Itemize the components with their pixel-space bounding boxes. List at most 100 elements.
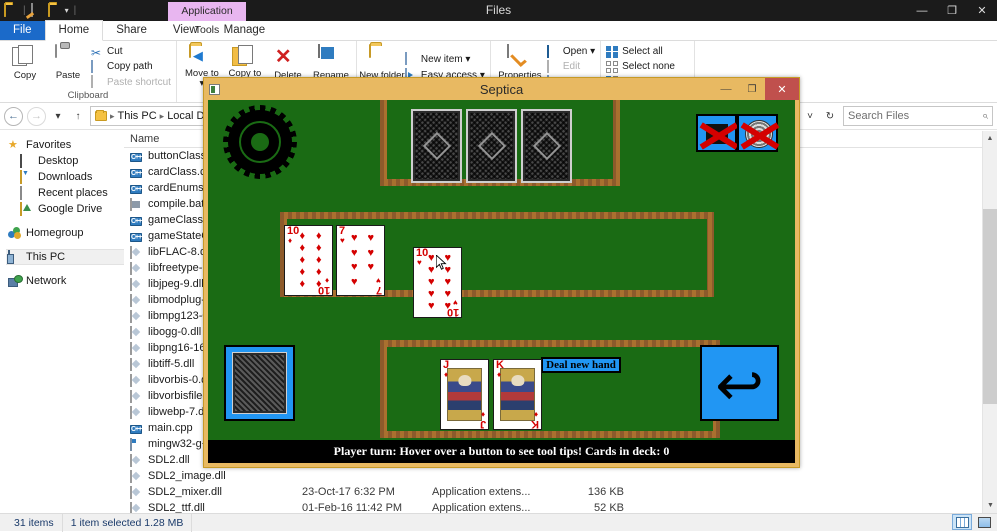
card-rank-mirror: 10 xyxy=(446,306,459,318)
table-card-10-diamonds[interactable]: 10 ♦ ♦ ♦ ♦ ♦ ♦ ♦ ♦ ♦ ♦ ♦ 10 ♦ xyxy=(284,225,333,296)
opponent-card-back-1[interactable] xyxy=(411,109,462,183)
window-title: Files xyxy=(485,3,512,17)
sidebar-item-google-drive[interactable]: Google Drive xyxy=(6,201,124,217)
select-all-button[interactable]: Select all xyxy=(606,45,689,58)
copy-icon xyxy=(12,45,38,70)
file-date: 01-Feb-16 11:42 PM xyxy=(302,502,403,513)
selection-count: 1 item selected xyxy=(70,516,142,529)
exe-file-icon xyxy=(130,437,143,451)
game-close-button[interactable]: ✕ xyxy=(765,78,799,100)
table-row[interactable]: SDL2_image.dll xyxy=(124,468,997,484)
paste-button[interactable]: Paste xyxy=(48,43,88,89)
folder-icon-2[interactable] xyxy=(47,3,62,17)
scroll-up-button[interactable]: ▲ xyxy=(983,131,997,146)
back-button[interactable]: ← xyxy=(4,106,23,126)
minimize-button[interactable]: — xyxy=(907,0,937,21)
card-rank-mirror: J xyxy=(479,418,486,430)
tab-manage[interactable]: Manage xyxy=(211,21,279,40)
refresh-icon[interactable]: ↻ xyxy=(821,107,839,126)
select-all-label: Select all xyxy=(622,46,663,58)
table-card-7-hearts[interactable]: 7 ♥ ♥ ♥ ♥ ♥ ♥ ♥ ♥ 7 ♥ xyxy=(336,225,385,296)
game-maximize-button[interactable]: ❐ xyxy=(739,78,765,100)
forward-button[interactable]: → xyxy=(27,106,46,126)
file-name: SDL2_ttf.dll xyxy=(148,502,205,513)
sidebar-item-this-pc[interactable]: This PC xyxy=(6,249,124,265)
vertical-scrollbar[interactable]: ▲ ▼ xyxy=(982,131,997,513)
file-name: main.cpp xyxy=(148,422,193,434)
paste-button-label: Paste xyxy=(55,70,81,81)
king-artwork xyxy=(500,368,535,421)
game-minimize-button[interactable]: — xyxy=(713,78,739,100)
new-folder-properties-icon[interactable] xyxy=(30,3,45,17)
sidebar-item-homegroup[interactable]: Homegroup xyxy=(6,225,124,241)
sidebar-item-network[interactable]: Network xyxy=(6,273,124,289)
up-button[interactable]: ↑ xyxy=(70,107,86,126)
gear-icon[interactable] xyxy=(223,105,297,179)
player-hand-zone xyxy=(380,340,720,438)
table-row[interactable]: SDL2_mixer.dll 23-Oct-17 6:32 PM Applicati… xyxy=(124,484,997,500)
recent-places-icon xyxy=(20,185,33,200)
open-icon xyxy=(546,44,559,58)
sidebar-item-desktop[interactable]: Desktop xyxy=(6,153,124,169)
card-suit-icon: ♦ xyxy=(288,236,293,245)
scroll-down-button[interactable]: ▼ xyxy=(983,498,997,513)
paste-shortcut-button: Paste shortcut xyxy=(91,75,171,89)
tab-file[interactable]: File xyxy=(0,21,45,40)
cut-button[interactable]: ✂ Cut xyxy=(91,45,171,60)
recent-locations-icon[interactable]: ▾ xyxy=(50,107,66,126)
game-window-title: Septica xyxy=(479,81,524,97)
sidebar-item-label: Google Drive xyxy=(38,203,103,215)
player-card-jack-diamonds[interactable]: J ♦ J ♦ xyxy=(440,359,489,430)
item-count: 31 items xyxy=(6,513,63,532)
breadcrumb-item-this-pc[interactable]: This PC xyxy=(118,110,157,122)
scrollbar-thumb[interactable] xyxy=(983,209,997,404)
speaker-icon xyxy=(745,120,773,148)
sidebar-item-label: Homegroup xyxy=(26,227,84,239)
cpp-file-icon: C++ xyxy=(130,424,142,434)
details-view-button[interactable] xyxy=(952,514,972,530)
dll-file-icon xyxy=(130,485,143,499)
tab-home[interactable]: Home xyxy=(44,20,104,41)
selection-size: 1.28 MB xyxy=(144,516,184,529)
search-input[interactable]: Search Files ⌕ xyxy=(843,106,993,126)
tab-share[interactable]: Share xyxy=(103,21,160,40)
copy-button[interactable]: Copy xyxy=(5,43,45,89)
sidebar-item-recent-places[interactable]: Recent places xyxy=(6,185,124,201)
copy-path-icon xyxy=(91,59,103,73)
file-name: compile.bat xyxy=(148,198,205,210)
player-card-king-diamonds[interactable]: K ♦ K ♦ xyxy=(493,359,542,430)
undo-button[interactable]: ↩ xyxy=(700,345,779,421)
music-toggle[interactable] xyxy=(696,114,737,152)
google-drive-icon xyxy=(20,201,33,216)
opponent-card-back-2[interactable] xyxy=(466,109,517,183)
select-none-button[interactable]: Select none xyxy=(606,60,689,73)
sidebar-item-label: This PC xyxy=(26,251,66,263)
table-row[interactable]: SDL2_ttf.dll 01-Feb-16 11:42 PM Applicatio… xyxy=(124,500,997,513)
sound-toggle[interactable] xyxy=(737,114,778,152)
selection-info: 1 item selected 1.28 MB xyxy=(63,513,193,532)
copy-path-button[interactable]: Copy path xyxy=(91,59,171,73)
file-type: Application extens... xyxy=(432,486,531,498)
card-suit-icon-mirror: ♦ xyxy=(480,410,485,419)
deck-button[interactable] xyxy=(224,345,295,421)
select-all-icon xyxy=(606,45,619,58)
sidebar-item-favorites[interactable]: ★ Favorites xyxy=(6,137,124,153)
dll-file-icon xyxy=(130,405,143,419)
open-button[interactable]: Open ▾ xyxy=(546,44,595,58)
file-type: Application extens... xyxy=(432,502,531,513)
chevron-down-icon[interactable]: ▾ xyxy=(65,6,69,15)
new-item-button[interactable]: New item ▾ xyxy=(404,52,485,66)
sidebar-item-label: Desktop xyxy=(38,155,79,167)
opponent-card-back-3[interactable] xyxy=(521,109,572,183)
maximize-button[interactable]: ❐ xyxy=(937,0,967,21)
large-icons-view-button[interactable] xyxy=(974,514,994,530)
close-button[interactable]: ✕ xyxy=(967,0,997,21)
sidebar-item-downloads[interactable]: Downloads xyxy=(6,169,124,185)
dll-file-icon xyxy=(130,277,143,291)
deal-new-hand-button[interactable]: Deal new hand xyxy=(541,357,621,373)
this-pc-icon xyxy=(8,249,21,264)
dll-file-icon xyxy=(130,453,143,467)
undo-arrow-icon: ↩ xyxy=(715,351,764,419)
dll-file-icon xyxy=(130,341,143,355)
address-history-icon[interactable]: ˅ xyxy=(801,107,819,126)
